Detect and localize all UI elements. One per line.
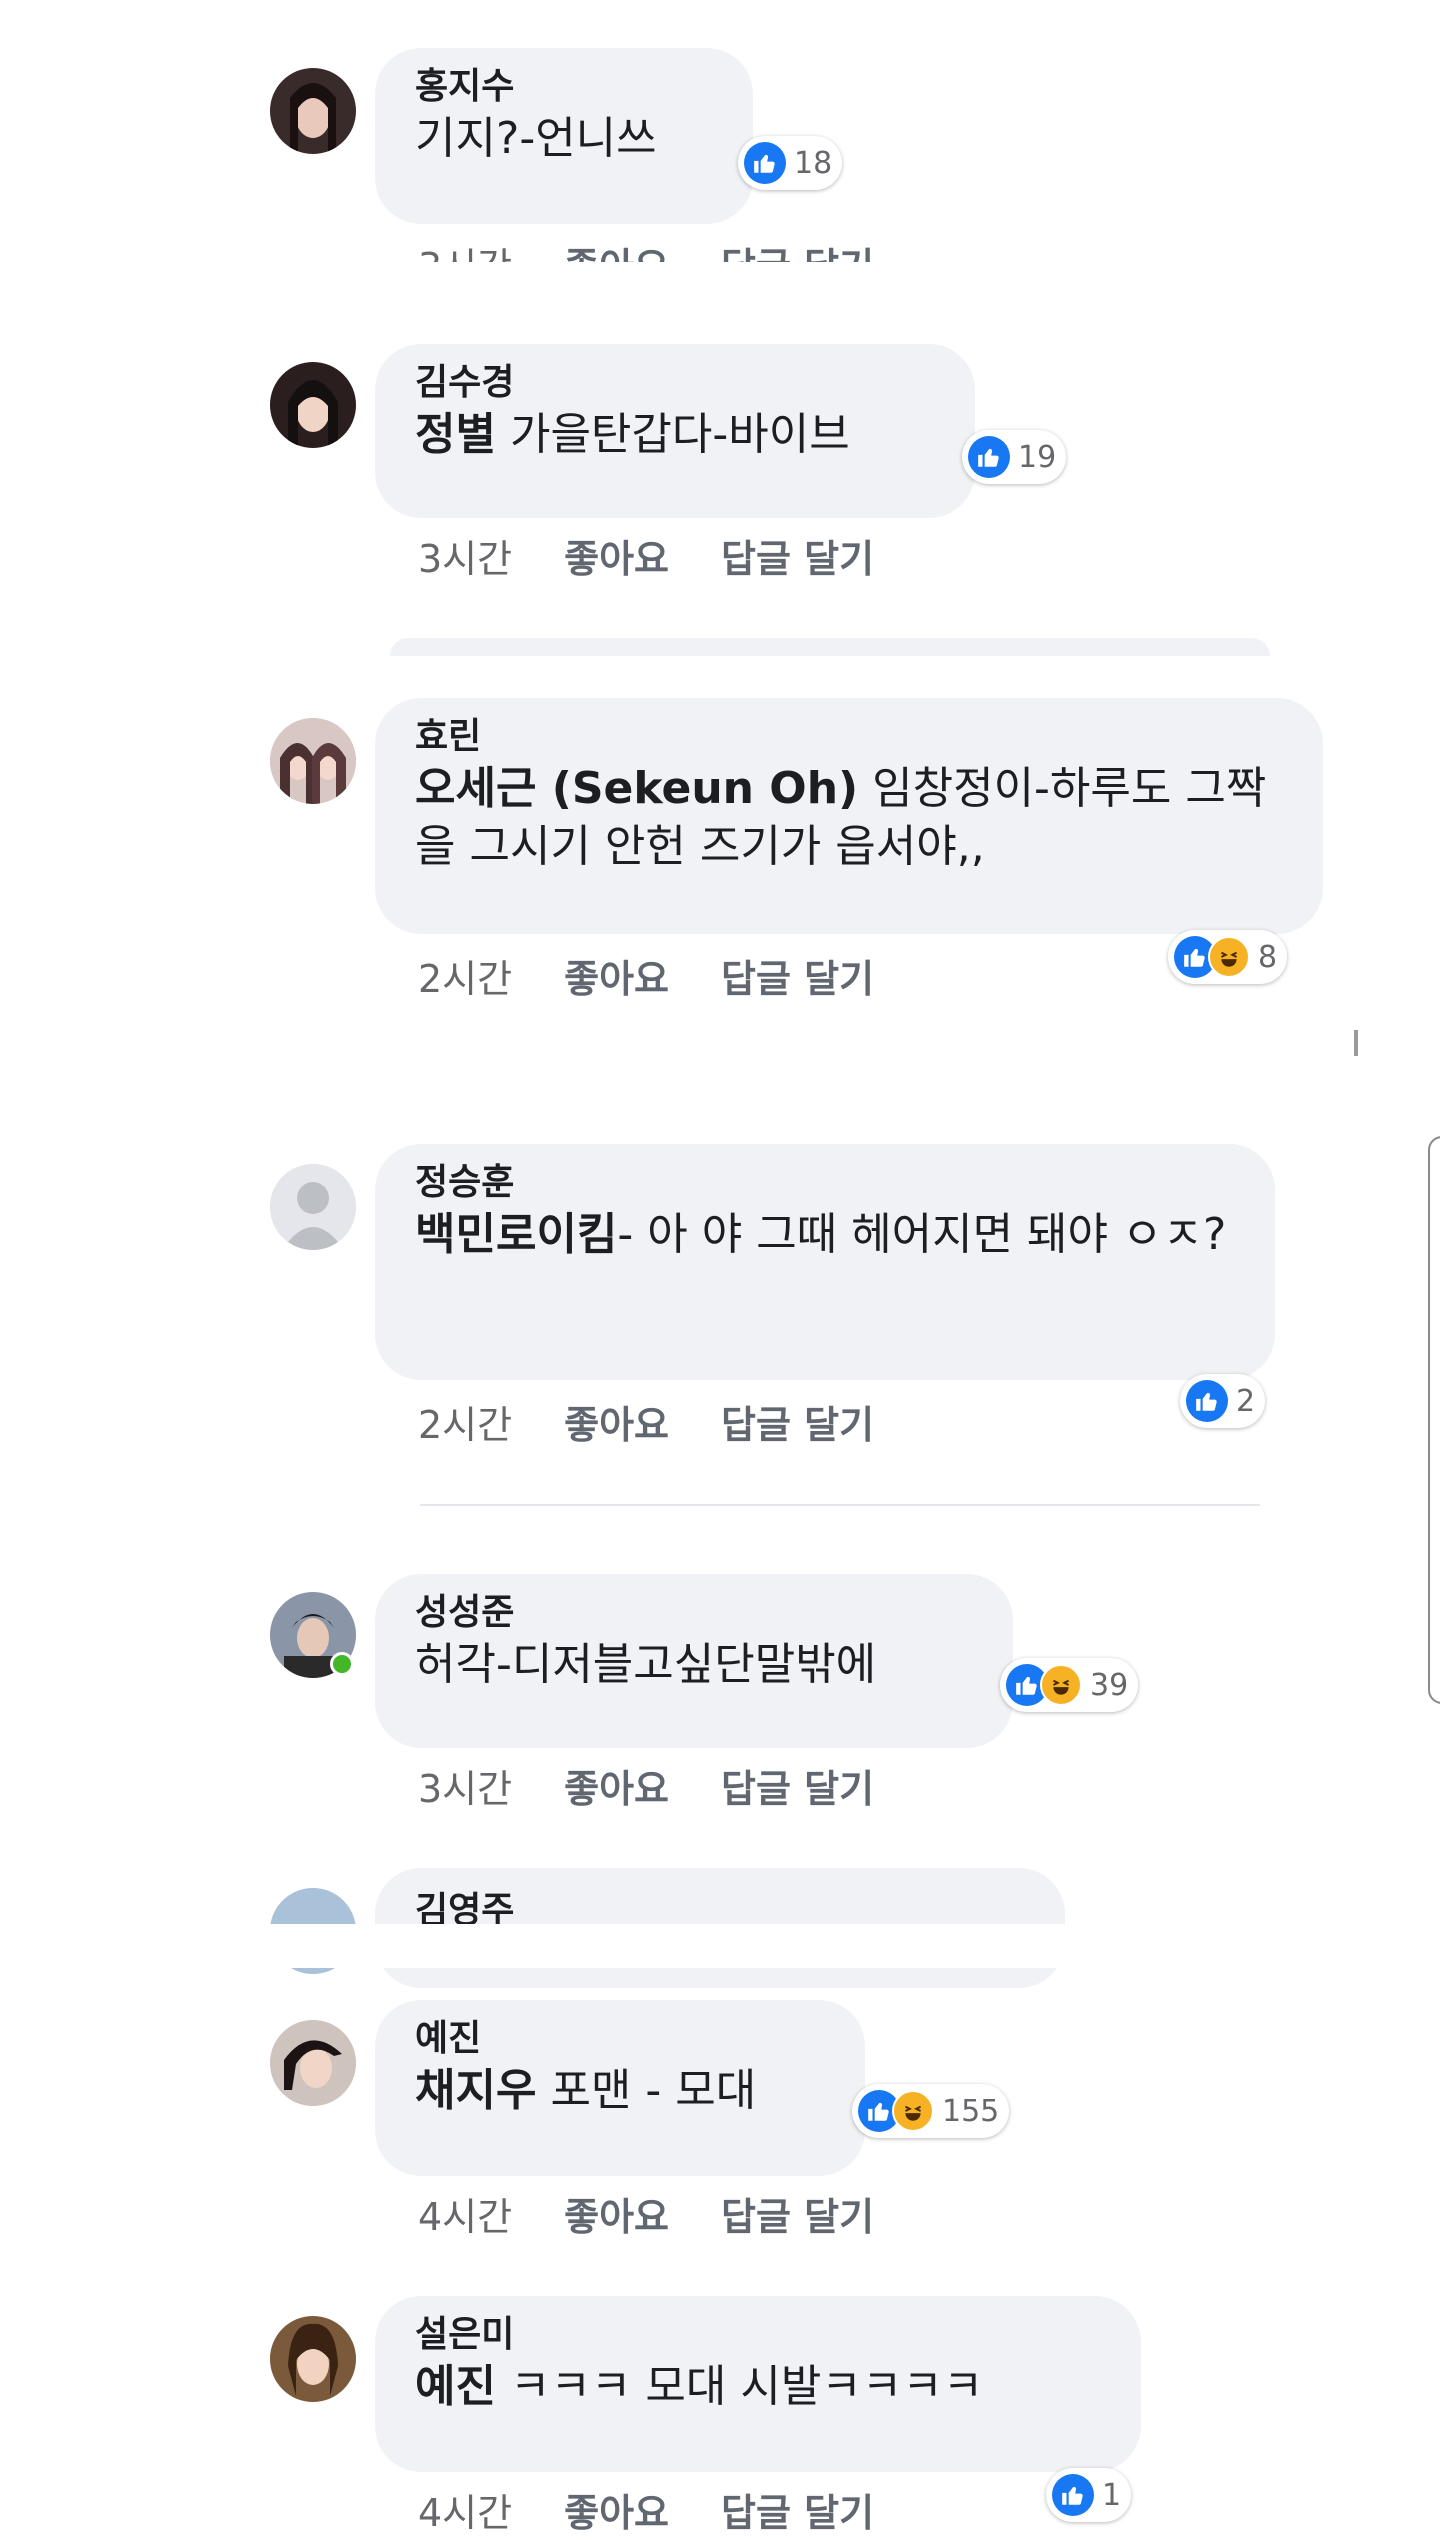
mention-tag[interactable]: 정별	[415, 409, 496, 460]
thumbs-up-icon	[1186, 1380, 1228, 1422]
comment-bubble: 성성준 허각-디저블고싶단말밖에	[375, 1574, 1013, 1748]
comment-text: 정별 가을탄갑다-바이브	[415, 406, 935, 464]
comment-body: - 아 야 그때 헤어지면 돼야 ㅇㅈ?	[617, 1209, 1227, 1260]
reaction-summary[interactable]: 39	[1000, 1658, 1139, 1712]
comment-author[interactable]: 김수경	[415, 360, 935, 406]
mention-tag[interactable]: 채지우	[415, 2065, 536, 2116]
comment-author[interactable]: 성성준	[415, 1590, 973, 1636]
comment-bubble: 홍지수 기지?-언니쓰	[375, 48, 753, 224]
comment-text: 채지우 포맨 - 모대	[415, 2062, 825, 2120]
avatar[interactable]	[270, 2020, 356, 2106]
reaction-count: 1	[1102, 2477, 1122, 2513]
reaction-count: 8	[1258, 939, 1278, 975]
comment-time: 4시간	[418, 2195, 513, 2239]
thumbs-up-icon	[968, 436, 1010, 478]
side-panel-edge	[1428, 1136, 1440, 1704]
reaction-count: 2	[1236, 1383, 1256, 1419]
comment-text: 오세근 (Sekeun Oh) 임창정이-하루도 그짝을 그시기 안헌 즈기가 …	[415, 760, 1283, 876]
reply-link[interactable]: 답글 달기	[721, 1394, 874, 1449]
comment-author[interactable]: 효린	[415, 714, 1283, 760]
comment-author[interactable]: 정승훈	[415, 1160, 1235, 1206]
comment-author[interactable]: 홍지수	[415, 64, 713, 110]
avatar[interactable]	[270, 68, 356, 154]
divider	[420, 1504, 1260, 1506]
reaction-summary[interactable]: 2	[1180, 1374, 1266, 1428]
comment-text: 기지?-언니쓰	[415, 113, 657, 164]
avatar[interactable]	[270, 718, 356, 804]
comment-time: 3시간	[418, 537, 513, 581]
scroll-indicator	[1354, 1030, 1358, 1056]
comment-meta: 4시간 좋아요 답글 달기	[418, 2186, 926, 2241]
reaction-summary[interactable]: 19	[962, 430, 1067, 484]
crop-mask	[0, 1924, 1440, 1968]
reaction-summary[interactable]: 155	[852, 2084, 1010, 2138]
comment-meta: 3시간 좋아요 답글 달기	[418, 528, 926, 583]
comment-time: 3시간	[418, 1767, 513, 1811]
like-link[interactable]: 좋아요	[564, 2186, 669, 2241]
like-link[interactable]: 좋아요	[564, 528, 669, 583]
mention-tag[interactable]: 백민로이킴	[415, 1209, 617, 1260]
comment-bubble: 김수경 정별 가을탄갑다-바이브	[375, 344, 975, 518]
comment-meta: 2시간 좋아요 답글 달기	[418, 1394, 926, 1449]
comment-author[interactable]: 예진	[415, 2016, 825, 2062]
avatar[interactable]	[270, 362, 356, 448]
default-avatar-icon[interactable]	[270, 1164, 356, 1250]
avatar[interactable]	[270, 2316, 356, 2402]
reaction-count: 39	[1090, 1667, 1129, 1703]
reply-link[interactable]: 답글 달기	[721, 948, 874, 1003]
comment-body: ㅋㅋㅋ 모대 시발ㅋㅋㅋㅋ	[509, 2361, 984, 2412]
like-link[interactable]: 좋아요	[564, 948, 669, 1003]
reaction-summary[interactable]: 1	[1046, 2468, 1132, 2522]
laughing-face-icon	[1208, 936, 1250, 978]
thumbs-up-icon	[1052, 2474, 1094, 2516]
comment-meta: 3시간 좋아요 답글 달기	[418, 1758, 926, 1813]
thumbs-up-icon	[744, 142, 786, 184]
reply-link[interactable]: 답글 달기	[721, 2482, 874, 2537]
crop-mask	[0, 262, 1440, 332]
comment-bubble: 예진 채지우 포맨 - 모대	[375, 2000, 865, 2176]
like-link[interactable]: 좋아요	[564, 1394, 669, 1449]
reaction-summary[interactable]: 8	[1168, 930, 1288, 984]
comment-time: 2시간	[418, 1403, 513, 1447]
laughing-face-icon	[892, 2090, 934, 2132]
reaction-count: 155	[942, 2093, 1000, 2129]
laughing-face-icon	[1040, 1664, 1082, 1706]
comment-text: 백민로이킴- 아 야 그때 헤어지면 돼야 ㅇㅈ?	[415, 1206, 1235, 1264]
reaction-summary[interactable]: 18	[738, 136, 843, 190]
comment-meta: 4시간 좋아요 답글 달기	[418, 2482, 926, 2537]
mention-tag[interactable]: 예진	[415, 2361, 496, 2412]
reaction-count: 19	[1018, 439, 1057, 475]
comment-author[interactable]: 설은미	[415, 2312, 1101, 2358]
reply-link[interactable]: 답글 달기	[721, 1758, 874, 1813]
online-status-icon	[330, 1652, 354, 1676]
like-link[interactable]: 좋아요	[564, 2482, 669, 2537]
comment-body: 가을탄갑다-바이브	[509, 409, 850, 460]
reply-link[interactable]: 답글 달기	[721, 2186, 874, 2241]
comment-bubble: 설은미 예진 ㅋㅋㅋ 모대 시발ㅋㅋㅋㅋ	[375, 2296, 1141, 2472]
comment-time: 2시간	[418, 957, 513, 1001]
comment-body: 포맨 - 모대	[550, 2065, 757, 2116]
comment-text: 허각-디저블고싶단말밖에	[415, 1639, 877, 1690]
reply-link[interactable]: 답글 달기	[721, 528, 874, 583]
comment-bubble: 정승훈 백민로이킴- 아 야 그때 헤어지면 돼야 ㅇㅈ?	[375, 1144, 1275, 1380]
comment-text: 예진 ㅋㅋㅋ 모대 시발ㅋㅋㅋㅋ	[415, 2358, 1101, 2416]
partial-bubble	[390, 638, 1270, 656]
mention-tag[interactable]: 오세근 (Sekeun Oh)	[415, 763, 858, 814]
reaction-count: 18	[794, 145, 833, 181]
comment-meta: 2시간 좋아요 답글 달기	[418, 948, 926, 1003]
like-link[interactable]: 좋아요	[564, 1758, 669, 1813]
comment-time: 4시간	[418, 2491, 513, 2535]
comment-bubble: 효린 오세근 (Sekeun Oh) 임창정이-하루도 그짝을 그시기 안헌 즈…	[375, 698, 1323, 934]
